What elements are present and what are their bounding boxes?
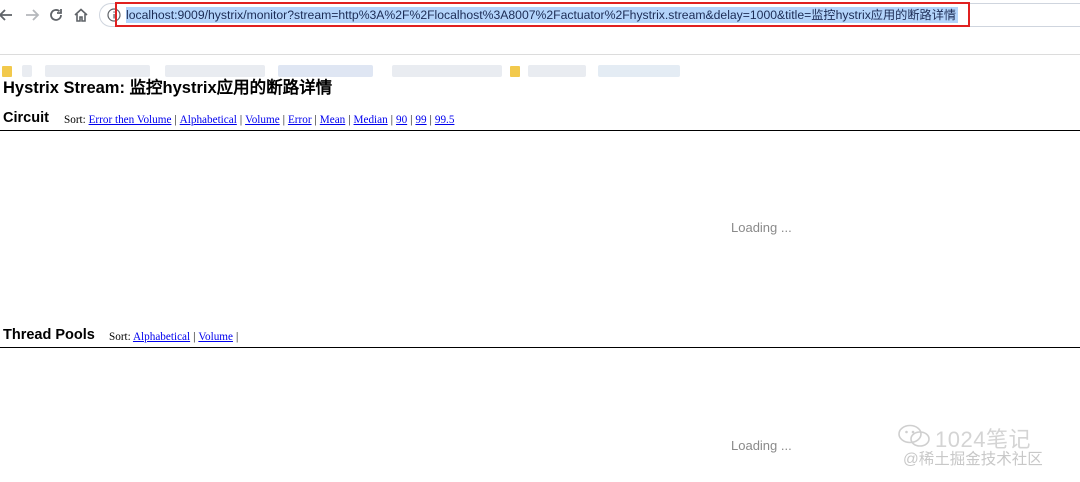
sort-median-link[interactable]: Median — [354, 114, 388, 126]
thread-pools-sort-bar: Sort: Alphabetical | Volume | — [109, 331, 239, 343]
sort-label: Sort: — [109, 331, 131, 343]
sort-label: Sort: — [64, 114, 86, 126]
watermark-subtitle: @稀土掘金技术社区 — [903, 451, 1043, 468]
sort-alphabetical-link[interactable]: Alphabetical — [133, 331, 190, 343]
wechat-logo-icon — [898, 424, 930, 447]
page-title: Hystrix Stream: 监控hystrix应用的断路详情 — [3, 79, 333, 97]
thread-pools-heading: Thread Pools — [3, 327, 95, 343]
circuit-divider — [0, 130, 1080, 131]
browser-toolbar: localhost:9009/hystrix/monitor?stream=ht… — [0, 0, 1080, 30]
watermark: 1024笔记 @稀土掘金技术社区 — [895, 420, 1075, 470]
chrome-divider — [0, 54, 1080, 55]
sort-90-link[interactable]: 90 — [396, 114, 407, 126]
bookmark-item[interactable] — [528, 65, 586, 77]
sort-error-link[interactable]: Error — [288, 114, 312, 126]
forward-arrow-icon[interactable] — [20, 3, 44, 27]
sort-alphabetical-link[interactable]: Alphabetical — [180, 114, 237, 126]
sort-99-5-link[interactable]: 99.5 — [435, 114, 455, 126]
circuit-sort-bar: Sort: Error then Volume | Alphabetical | Vol… — [64, 114, 455, 126]
bookmark-folder-icon[interactable] — [510, 66, 520, 77]
thread-pools-section-header: Thread Pools Sort: Alphabetical | Volume | — [0, 327, 1080, 347]
home-icon[interactable] — [69, 3, 93, 27]
sort-mean-link[interactable]: Mean — [320, 114, 345, 126]
circuit-section-header: Circuit Sort: Error then Volume | Alphabet… — [0, 110, 1080, 130]
sort-volume-link[interactable]: Volume — [198, 331, 233, 343]
sort-99-link[interactable]: 99 — [415, 114, 426, 126]
reload-icon[interactable] — [44, 3, 68, 27]
thread-pools-divider — [0, 347, 1080, 348]
back-arrow-icon[interactable] — [0, 3, 18, 27]
sort-volume-link[interactable]: Volume — [245, 114, 280, 126]
thread-pools-loading-text: Loading ... — [731, 438, 792, 453]
bookmark-item[interactable] — [392, 65, 502, 77]
circuit-heading: Circuit — [3, 110, 49, 126]
bookmark-item[interactable] — [598, 65, 680, 77]
circuit-loading-text: Loading ... — [731, 220, 792, 235]
bookmarks-bar — [0, 30, 1080, 77]
url-highlight-box — [115, 2, 970, 27]
sort-error-then-volume-link[interactable]: Error then Volume — [89, 114, 172, 126]
